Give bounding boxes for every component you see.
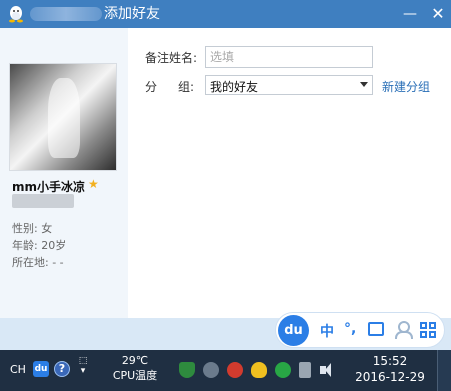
language-indicator[interactable]: CH	[10, 363, 26, 376]
network-user-icon[interactable]	[203, 362, 219, 378]
gender-text: 性别: 女	[12, 222, 53, 235]
remark-input[interactable]	[205, 46, 373, 68]
help-icon[interactable]: ?	[54, 361, 70, 377]
ime-punctuation-button[interactable]: °,	[344, 321, 356, 337]
group-label-2: 组:	[178, 80, 195, 94]
group-label-1: 分	[145, 80, 158, 94]
show-desktop-button[interactable]	[437, 350, 451, 391]
baidu-ime-logo[interactable]: du	[278, 315, 309, 346]
blurred-account	[12, 194, 74, 208]
avatar	[9, 63, 117, 171]
close-button[interactable]: ✕	[428, 4, 448, 24]
profile-panel: mm小手冰凉 ★ 性别: 女 年龄: 20岁 所在地: - -	[0, 28, 128, 318]
ime-mode-button[interactable]: 中	[320, 321, 334, 341]
ime-skin-icon[interactable]	[368, 322, 384, 336]
qq-penguin-icon	[9, 6, 23, 23]
qq-tray-icon[interactable]	[251, 362, 267, 378]
ime-options-icon[interactable]: ⬚ ▾	[77, 356, 89, 376]
title-bar: 添加好友 — ✕	[0, 0, 451, 28]
group-select-value: 我的好友	[210, 80, 259, 94]
cpu-temp-value: 29℃	[121, 354, 149, 367]
device-tray-icon[interactable]	[299, 362, 311, 378]
remark-label: 备注姓名:	[145, 51, 198, 65]
star-icon: ★	[88, 177, 99, 191]
music-icon[interactable]	[227, 362, 243, 378]
ime-menu-grid-icon[interactable]	[420, 322, 436, 338]
location-text: 所在地: - -	[12, 256, 64, 269]
ime-user-icon[interactable]	[395, 321, 413, 339]
blurred-name	[30, 7, 102, 21]
taskbar: CH du ? ⬚ ▾ 29℃ CPU温度 15:52 2016-12-29	[0, 350, 451, 391]
clock-time: 15:52	[372, 354, 408, 368]
cpu-temp-label: CPU温度	[112, 369, 158, 382]
security-shield-icon[interactable]	[179, 362, 195, 378]
clock[interactable]: 15:52 2016-12-29	[350, 353, 430, 385]
ime-toolbar: du 中 °,	[275, 312, 445, 348]
group-select[interactable]: 我的好友	[205, 75, 373, 95]
window-title: 添加好友	[104, 6, 160, 22]
volume-icon[interactable]	[320, 362, 336, 378]
age-text: 年龄: 20岁	[12, 239, 67, 252]
minimize-button[interactable]: —	[400, 4, 420, 24]
new-group-link[interactable]: 新建分组	[382, 78, 430, 95]
nickname: mm小手冰凉	[12, 180, 86, 194]
dropdown-arrow-icon	[360, 82, 368, 87]
cpu-temperature[interactable]: 29℃ CPU温度	[100, 353, 170, 383]
plus-tray-icon[interactable]	[275, 362, 291, 378]
baidu-ime-tray-icon[interactable]: du	[33, 361, 49, 377]
clock-date: 2016-12-29	[355, 370, 425, 384]
